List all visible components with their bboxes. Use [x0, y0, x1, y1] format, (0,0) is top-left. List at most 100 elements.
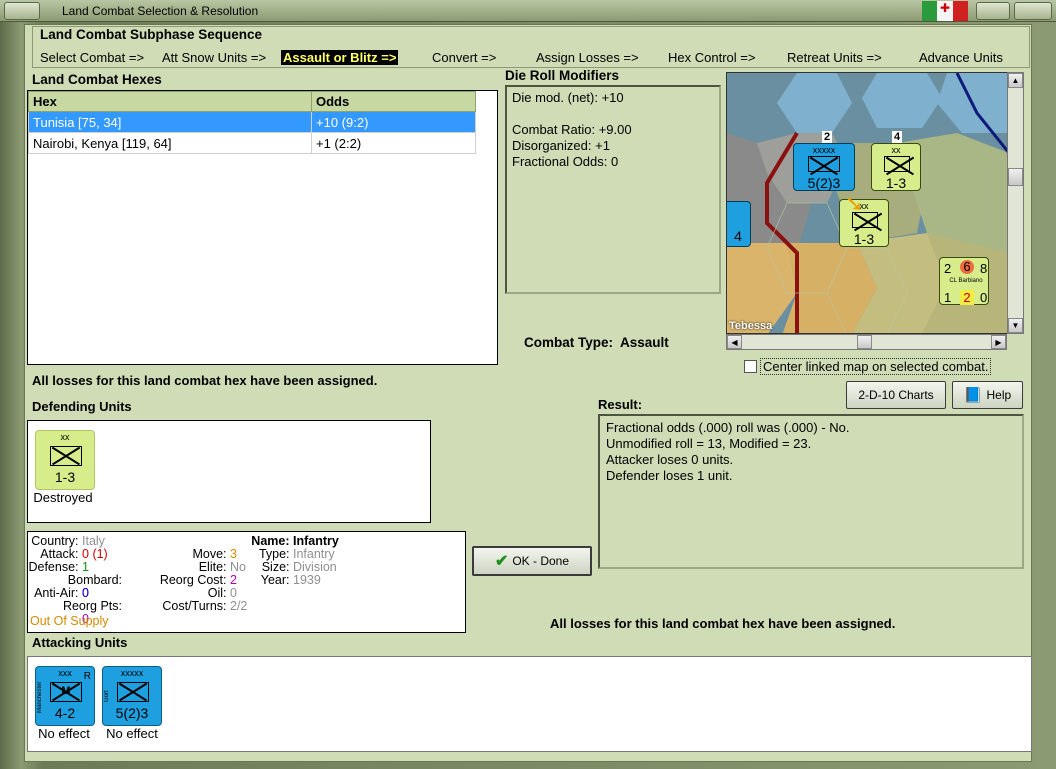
- minimize-button[interactable]: [976, 2, 1010, 20]
- table-row[interactable]: Tunisia [75, 34] +10 (9:2): [28, 111, 476, 133]
- hexes-header-row: Hex Odds: [28, 91, 476, 112]
- attacking-unit-status: No effect: [106, 726, 158, 741]
- close-button[interactable]: [1014, 2, 1052, 20]
- result-panel: Fractional odds (.000) roll was (.000) -…: [598, 414, 1024, 569]
- sequence-heading: Land Combat Subphase Sequence: [40, 27, 263, 42]
- modifiers-heading: Die Roll Modifiers: [505, 68, 620, 83]
- charts-button-label: 2-D-10 Charts: [858, 388, 934, 402]
- result-heading: Result:: [598, 397, 643, 412]
- unit-info-panel: Country: Italy Attack: 0 (1) Defense: 1 …: [27, 531, 466, 633]
- map-counter-gort[interactable]: xxxxx 5(2)3: [793, 143, 855, 191]
- combat-type: Combat Type: Assault: [524, 335, 669, 350]
- step-convert[interactable]: Convert =>: [432, 50, 496, 65]
- attacking-unit-counter[interactable]: xxx R Manchester M 4-2: [35, 666, 95, 726]
- info-year: Year: 1939: [260, 573, 321, 587]
- attacking-heading: Attacking Units: [32, 635, 128, 650]
- map-horizontal-scrollbar[interactable]: ◀ ▶: [726, 334, 1007, 350]
- defending-heading: Defending Units: [32, 399, 132, 414]
- checkmark-icon: ✔: [494, 553, 509, 570]
- info-supply-status: Out Of Supply: [30, 614, 109, 628]
- infantry-symbol-icon: [50, 446, 82, 466]
- help-button-label: Help: [986, 388, 1012, 402]
- ship-value: 1: [944, 290, 952, 305]
- scroll-left-arrow-icon[interactable]: ◀: [727, 335, 742, 349]
- ship-name: CL Barbiano: [949, 278, 983, 284]
- charts-button[interactable]: 2-D-10 Charts: [846, 381, 946, 409]
- center-map-label[interactable]: Center linked map on selected combat.: [760, 358, 992, 375]
- counter-size: xxxxx: [120, 668, 144, 678]
- counter-size: xx: [60, 432, 70, 442]
- modifier-spacer: [512, 106, 714, 122]
- modifier-line: Combat Ratio: +9.00: [512, 122, 632, 137]
- attack-arrow-icon: ➘: [845, 191, 864, 216]
- center-map-checkbox[interactable]: [744, 360, 757, 373]
- odds-cell: +1 (2:2): [311, 132, 476, 154]
- losses-note-bottom: All losses for this land combat hex have…: [550, 616, 896, 631]
- infantry-symbol-icon: [884, 156, 910, 172]
- counter-strength: 4-2: [54, 705, 76, 721]
- losses-note-top: All losses for this land combat hex have…: [32, 373, 378, 388]
- attacking-unit-counter[interactable]: xxxxx Gort 5(2)3: [102, 666, 162, 726]
- help-book-icon: 📘: [963, 387, 983, 404]
- counter-strength: 4: [734, 228, 742, 244]
- map-vertical-scrollbar[interactable]: ▲ ▼: [1007, 72, 1024, 334]
- map-counter-edge[interactable]: 4: [727, 201, 751, 247]
- step-assign-losses[interactable]: Assign Losses =>: [536, 50, 639, 65]
- infantry-symbol-icon: [808, 156, 840, 172]
- defending-unit-status: Destroyed: [33, 490, 93, 505]
- hexes-list[interactable]: Hex Odds Tunisia [75, 34] +10 (9:2) Nair…: [27, 90, 498, 365]
- modifier-line: Fractional Odds: 0: [512, 154, 619, 169]
- italy-flag-icon: ✚: [922, 1, 968, 21]
- title-bar[interactable]: Land Combat Selection & Resolution ✚: [0, 0, 1056, 22]
- hex-cell: Tunisia [75, 34]: [28, 111, 312, 133]
- combat-type-label: Combat Type:: [524, 335, 614, 350]
- system-menu-button[interactable]: [4, 2, 40, 20]
- counter-strength: 1-3: [885, 175, 907, 191]
- scroll-down-arrow-icon[interactable]: ▼: [1008, 318, 1023, 333]
- modifier-line: Disorganized: +1: [512, 138, 610, 153]
- column-hex[interactable]: Hex: [28, 91, 312, 112]
- map-counter-italy-1[interactable]: xx 1-3: [871, 143, 921, 191]
- counter-strength: 5(2)3: [115, 705, 149, 721]
- stack-count: 4: [892, 131, 903, 143]
- step-hex-control[interactable]: Hex Control =>: [668, 50, 755, 65]
- modifiers-panel: Die mod. (net): +10 Combat Ratio: +9.00 …: [505, 85, 721, 294]
- counter-size: xx: [891, 145, 901, 155]
- map-ship-counter[interactable]: 2 6 8 CL Barbiano 1 2 0: [939, 257, 989, 305]
- result-line: Defender loses 1 unit.: [606, 468, 733, 483]
- step-advance-units[interactable]: Advance Units: [919, 50, 1003, 65]
- infantry-symbol-icon: [117, 682, 149, 702]
- scroll-right-arrow-icon[interactable]: ▶: [991, 335, 1006, 349]
- step-att-snow-units[interactable]: Att Snow Units =>: [162, 50, 266, 65]
- counter-strength: 1-3: [54, 469, 76, 485]
- ship-value: 0: [980, 290, 988, 305]
- column-odds[interactable]: Odds: [311, 91, 476, 112]
- help-button[interactable]: 📘 Help: [952, 381, 1023, 409]
- table-row[interactable]: Nairobi, Kenya [119, 64] +1 (2:2): [28, 132, 476, 154]
- result-line: Fractional odds (.000) roll was (.000) -…: [606, 420, 850, 435]
- hex-cell: Nairobi, Kenya [119, 64]: [28, 132, 312, 154]
- counter-flag: R: [83, 671, 91, 682]
- modifier-line: Die mod. (net): +10: [512, 90, 624, 105]
- ok-done-button[interactable]: ✔ OK - Done: [472, 546, 592, 576]
- ship-value: 6: [960, 260, 974, 274]
- odds-cell: +10 (9:2): [311, 111, 476, 133]
- step-assault-or-blitz[interactable]: Assault or Blitz =>: [281, 50, 399, 65]
- ok-button-label: OK - Done: [512, 554, 570, 568]
- result-line: Attacker loses 0 units.: [606, 452, 734, 467]
- defending-unit-counter[interactable]: xx 1-3: [35, 430, 95, 490]
- counter-size: xxxxx: [812, 145, 836, 155]
- ship-value: 8: [980, 261, 988, 276]
- counter-strength: 1-3: [853, 231, 875, 247]
- scroll-thumb[interactable]: [1008, 168, 1023, 186]
- hexes-heading: Land Combat Hexes: [32, 72, 162, 87]
- ship-value: 2: [944, 261, 952, 276]
- step-retreat-units[interactable]: Retreat Units =>: [787, 50, 882, 65]
- counter-symbol: M: [61, 685, 71, 697]
- scroll-thumb[interactable]: [857, 335, 872, 349]
- map-place-label: Tebessa: [729, 320, 773, 332]
- mini-map[interactable]: xxxxx 5(2)3 2 xx 1-3 4 xx 1-3 ➘ 4 2 6 8 …: [726, 72, 1008, 334]
- scroll-up-arrow-icon[interactable]: ▲: [1008, 73, 1023, 88]
- result-line: Unmodified roll = 13, Modified = 23.: [606, 436, 812, 451]
- step-select-combat[interactable]: Select Combat =>: [40, 50, 144, 65]
